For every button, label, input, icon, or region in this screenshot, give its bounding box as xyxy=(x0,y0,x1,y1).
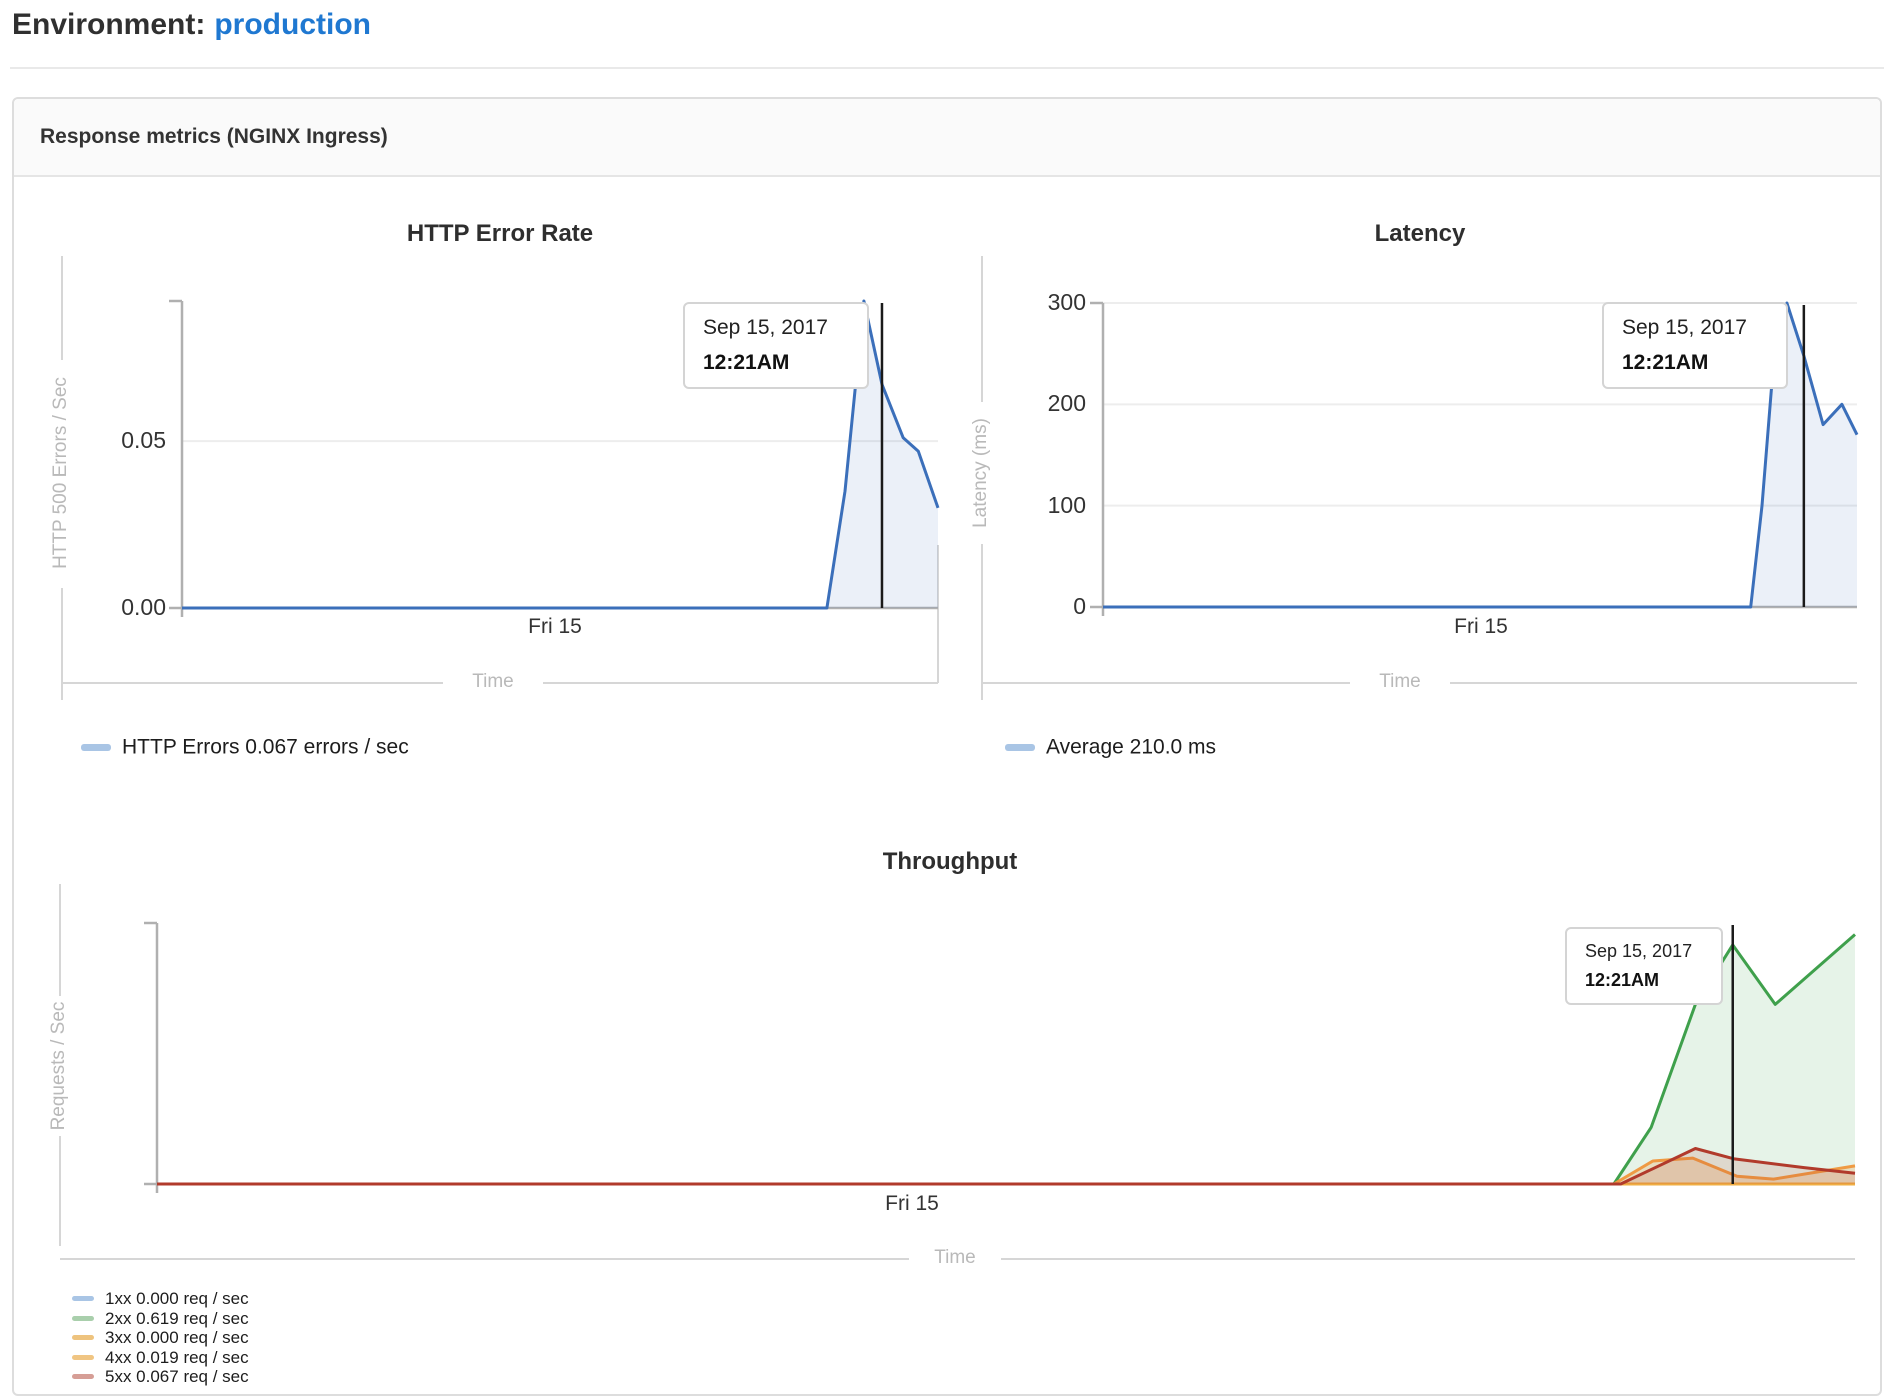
legend-item: 4xx 0.019 req / sec xyxy=(72,1347,249,1367)
environment-metrics-page: Environment: production Response metrics … xyxy=(0,0,1892,1400)
tooltip-date: Sep 15, 2017 xyxy=(1585,941,1703,962)
chart-title-latency: Latency xyxy=(1070,220,1770,248)
legend-item: HTTP Errors 0.067 errors / sec xyxy=(81,735,409,759)
legend-item: 2xx 0.619 req / sec xyxy=(72,1308,249,1328)
legend-swatch xyxy=(72,1316,94,1321)
legend-swatch xyxy=(72,1335,94,1340)
chart-title-throughput: Throughput xyxy=(600,848,1300,876)
series-line-4xx xyxy=(157,1158,1855,1184)
series-area-5xx xyxy=(157,1149,1855,1185)
legend-swatch xyxy=(72,1374,94,1379)
x-axis-label-error-rate: Time xyxy=(413,671,573,693)
y-tick-label: 0 xyxy=(976,593,1086,620)
legend-label: 5xx 0.067 req / sec xyxy=(105,1367,249,1386)
y-axis-label-throughput: Requests / Sec xyxy=(48,856,72,1276)
y-tick-label: 300 xyxy=(976,289,1086,316)
header-divider xyxy=(10,67,1884,69)
tooltip-date: Sep 15, 2017 xyxy=(1622,316,1768,340)
x-axis-label-line xyxy=(62,682,443,684)
chart-tooltip: Sep 15, 2017 12:21AM xyxy=(1602,302,1788,389)
y-tick-label: 100 xyxy=(976,492,1086,519)
legend-swatch xyxy=(72,1296,94,1301)
series-line-5xx xyxy=(157,1149,1855,1185)
panel-title: Response metrics (NGINX Ingress) xyxy=(14,99,1880,177)
legend-item: 3xx 0.000 req / sec xyxy=(72,1327,249,1347)
x-axis-label-line xyxy=(1450,682,1857,684)
x-axis-label-throughput: Time xyxy=(875,1247,1035,1269)
y-tick-label: 200 xyxy=(976,390,1086,417)
chart-tooltip: Sep 15, 2017 12:21AM xyxy=(683,302,869,389)
x-axis-label-line xyxy=(60,1258,909,1260)
legend-label: 4xx 0.019 req / sec xyxy=(105,1347,249,1366)
legend-swatch xyxy=(72,1355,94,1360)
chart-title-error-rate: HTTP Error Rate xyxy=(150,220,850,248)
tooltip-time: 12:21AM xyxy=(1585,970,1703,991)
series-area-4xx xyxy=(157,1158,1855,1184)
legend-label: 1xx 0.000 req / sec xyxy=(105,1289,249,1308)
legend-item: Average 210.0 ms xyxy=(1005,735,1216,759)
tooltip-time: 12:21AM xyxy=(1622,351,1768,375)
tooltip-time: 12:21AM xyxy=(703,351,849,375)
legend-label: 3xx 0.000 req / sec xyxy=(105,1328,249,1347)
x-axis-label-latency: Time xyxy=(1320,671,1480,693)
legend-label: HTTP Errors 0.067 errors / sec xyxy=(122,735,409,758)
legend-item: 5xx 0.067 req / sec xyxy=(72,1366,249,1386)
legend-label: Average 210.0 ms xyxy=(1046,735,1216,758)
y-tick-label: 0.00 xyxy=(56,594,166,621)
y-tick-label: 0.05 xyxy=(56,427,166,454)
legend-swatch xyxy=(1005,744,1035,751)
x-axis-label-line xyxy=(982,682,1350,684)
page-title: Environment: production xyxy=(12,8,371,42)
page-title-label: Environment: xyxy=(12,8,205,41)
y-axis-label-latency: Latency (ms) xyxy=(970,263,994,683)
x-axis-label-line xyxy=(1001,1258,1855,1260)
legend-label: 2xx 0.619 req / sec xyxy=(105,1308,249,1327)
legend-item: 1xx 0.000 req / sec xyxy=(72,1288,249,1308)
chart-tooltip: Sep 15, 2017 12:21AM xyxy=(1565,927,1723,1005)
environment-link[interactable]: production xyxy=(214,8,371,41)
legend-swatch xyxy=(81,744,111,751)
x-axis-label-line xyxy=(543,682,938,684)
tooltip-date: Sep 15, 2017 xyxy=(703,316,849,340)
